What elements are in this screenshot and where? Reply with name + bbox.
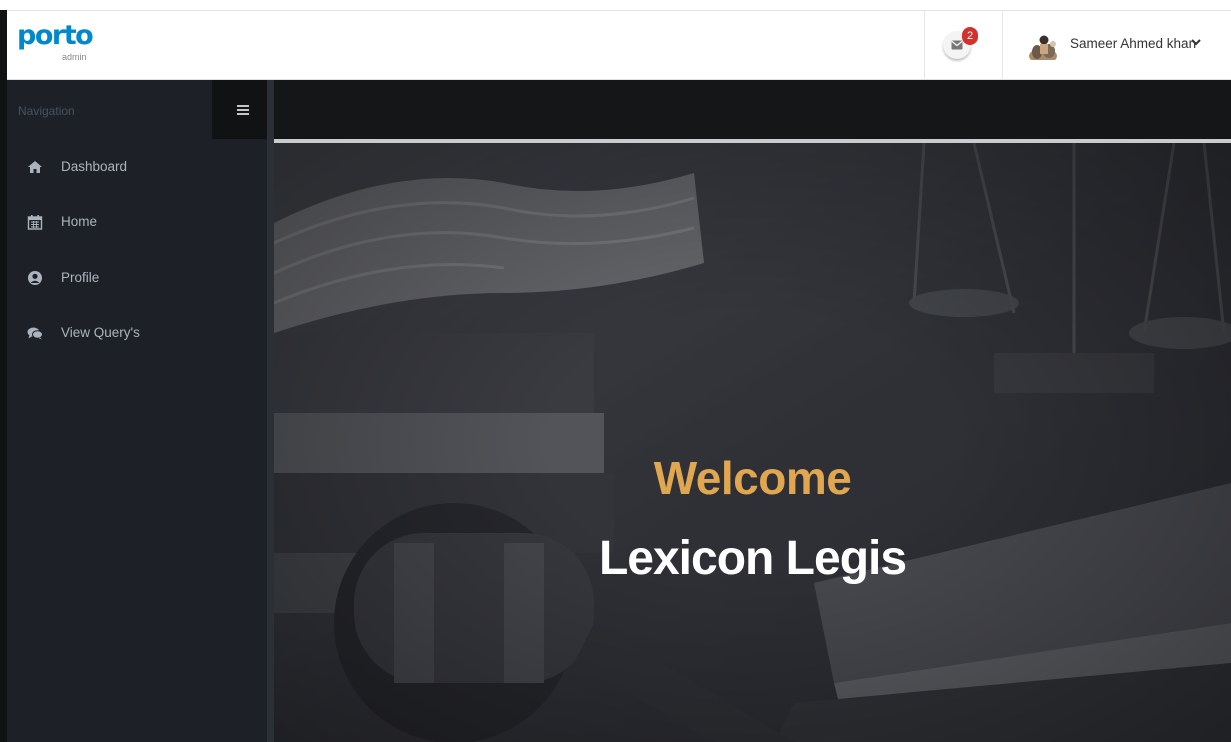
envelope-icon	[951, 40, 963, 50]
sidebar-item-dashboard[interactable]: Dashboard	[7, 147, 267, 187]
sidebar-item-view-queries[interactable]: View Query's	[7, 313, 267, 353]
user-menu[interactable]: Sameer Ahmed khan	[1022, 25, 1218, 65]
menu-icon	[237, 104, 249, 115]
home-icon	[28, 161, 42, 173]
sidebar-item-label: Dashboard	[61, 159, 128, 174]
sidebar-title: Navigation	[18, 104, 75, 118]
logo-subtitle: admin	[62, 52, 87, 62]
logo-text: porto	[17, 20, 94, 51]
avatar	[1028, 30, 1058, 60]
comments-icon	[27, 327, 43, 340]
user-icon	[28, 271, 42, 285]
sidebar-toggle-button[interactable]	[212, 80, 274, 139]
header-divider	[924, 11, 925, 80]
law-books-gavel-background	[274, 143, 1231, 742]
sidebar-border	[267, 80, 274, 742]
sidebar-item-label: View Query's	[61, 325, 140, 340]
window-edge	[0, 10, 7, 742]
sidebar-item-label: Profile	[61, 270, 100, 285]
top-header: porto admin 2 Sameer Ahmed khan	[7, 10, 1231, 80]
chevron-down-icon	[1191, 39, 1201, 46]
welcome-heading: Welcome	[653, 452, 852, 504]
sidebar-item-profile[interactable]: Profile	[7, 258, 267, 298]
header-divider	[1002, 11, 1003, 80]
notification-badge: 2	[962, 27, 978, 45]
user-name: Sameer Ahmed khan	[1070, 36, 1197, 51]
page-header-bar	[274, 80, 1231, 139]
sidebar-item-label: Home	[61, 214, 98, 229]
sidebar: Navigation Dashboard Home Profile View Q…	[7, 80, 274, 742]
sidebar-header: Navigation	[7, 80, 212, 139]
brand-heading: Lexicon Legis	[598, 532, 907, 585]
sidebar-item-home[interactable]: Home	[7, 202, 267, 242]
porto-logo[interactable]: porto admin	[17, 19, 117, 69]
hero-banner: Welcome Lexicon Legis	[274, 143, 1231, 742]
calendar-icon	[27, 215, 43, 230]
app-window: porto admin 2 Sameer Ahmed khan Navigati…	[0, 0, 1231, 742]
